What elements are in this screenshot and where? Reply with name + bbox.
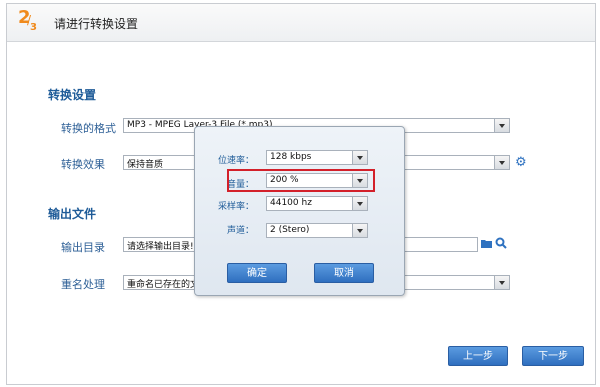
- effect-value: 保持音质: [127, 160, 164, 170]
- chevron-down-icon[interactable]: [494, 119, 509, 132]
- output-section-title: 输出文件: [48, 207, 97, 221]
- bitrate-select[interactable]: 128 kbps: [266, 150, 368, 165]
- folder-icon[interactable]: [481, 239, 493, 248]
- bitrate-value: 128 kbps: [270, 152, 312, 162]
- channel-label: 声道：: [226, 226, 254, 236]
- output-dir-label: 输出目录: [61, 241, 105, 254]
- chevron-down-icon[interactable]: [352, 151, 367, 164]
- chevron-down-icon[interactable]: [494, 276, 509, 289]
- format-label: 转换的格式: [61, 122, 116, 135]
- step-total: 3: [30, 22, 37, 33]
- gear-icon[interactable]: ⚙: [515, 156, 527, 169]
- page-title: 请进行转换设置: [54, 17, 139, 31]
- search-icon[interactable]: [495, 237, 507, 249]
- cancel-button[interactable]: 取消: [314, 263, 374, 283]
- output-dir-value: 请选择输出目录!: [127, 242, 194, 252]
- channel-select[interactable]: 2 (Stero): [266, 223, 368, 238]
- chevron-down-icon[interactable]: [352, 224, 367, 237]
- volume-highlight-box: [227, 169, 375, 192]
- next-button[interactable]: 下一步: [522, 346, 584, 366]
- channel-value: 2 (Stero): [270, 225, 310, 235]
- ok-button[interactable]: 确定: [227, 263, 287, 283]
- effect-label: 转换效果: [61, 158, 105, 171]
- samplerate-value: 44100 hz: [270, 198, 312, 208]
- bitrate-label: 位速率：: [217, 156, 254, 166]
- convert-settings-title: 转换设置: [48, 88, 97, 102]
- samplerate-select[interactable]: 44100 hz: [266, 196, 368, 211]
- prev-button[interactable]: 上一步: [448, 346, 508, 366]
- chevron-down-icon[interactable]: [494, 156, 509, 169]
- chevron-down-icon[interactable]: [352, 197, 367, 210]
- rename-label: 重名处理: [61, 278, 105, 291]
- header-bar: 2 / 3 请进行转换设置: [7, 4, 595, 42]
- samplerate-label: 采样率：: [217, 202, 254, 212]
